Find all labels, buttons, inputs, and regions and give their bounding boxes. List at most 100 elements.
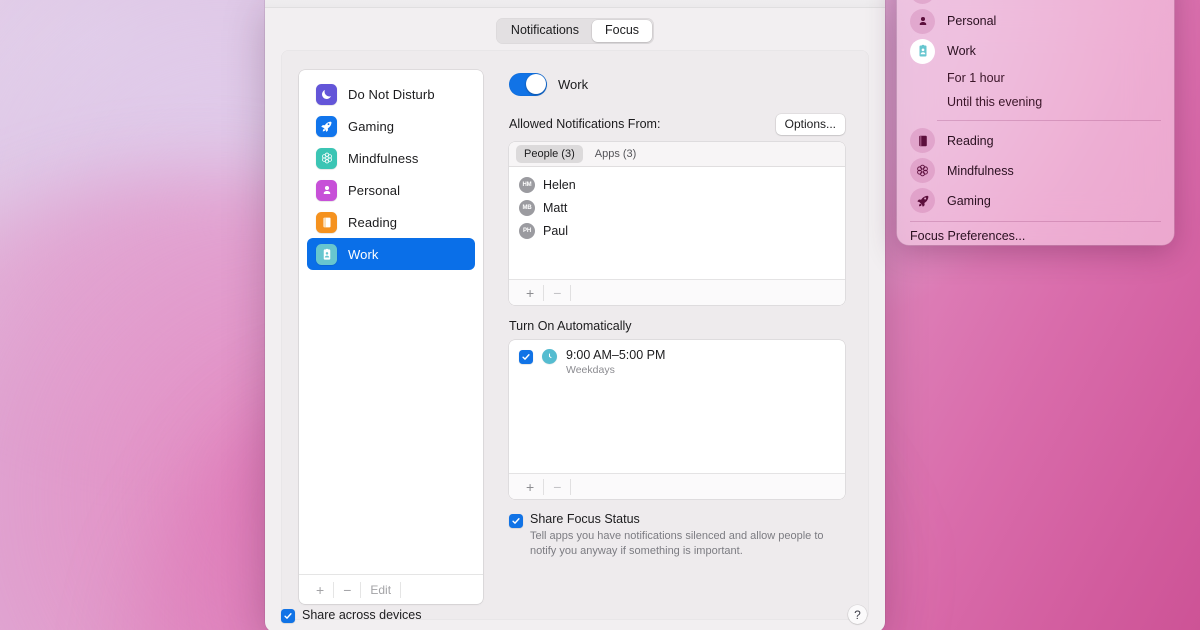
rocket-icon — [316, 115, 337, 137]
focus-popover-item-work[interactable]: Work — [897, 36, 1174, 66]
focus-popover-item-label: Gaming — [947, 193, 991, 208]
sidebar-item-label: Work — [348, 246, 379, 262]
sidebar-item-label: Reading — [348, 214, 398, 230]
person-icon — [316, 179, 337, 201]
person-name: Matt — [543, 200, 568, 215]
remove-person-button[interactable]: − — [544, 284, 572, 301]
focus-popover-item-personal[interactable]: Personal — [897, 6, 1174, 36]
schedule-checkbox[interactable] — [519, 350, 533, 364]
window-footer: Share across devices ? — [265, 598, 885, 630]
people-list-footer: + − — [509, 279, 845, 305]
remove-schedule-button[interactable]: − — [544, 478, 572, 495]
tab-bar: Notifications Focus — [265, 8, 885, 44]
share-across-devices-checkbox[interactable] — [281, 609, 295, 623]
focus-toggle-label: Work — [558, 76, 589, 92]
sidebar-item-reading[interactable]: Reading — [307, 206, 475, 238]
avatar: HM — [519, 176, 535, 193]
share-focus-status-block: Share Focus Status Tell apps you have no… — [509, 512, 845, 558]
sidebar-item-label: Do Not Disturb — [348, 86, 435, 102]
book-icon — [316, 211, 337, 233]
tab-notifications[interactable]: Notifications — [498, 20, 592, 42]
focus-popover: Do Not Disturb Personal Work For 1 hour … — [897, 0, 1174, 245]
add-person-button[interactable]: + — [517, 284, 545, 301]
focus-popover-item-gaming[interactable]: Gaming — [897, 186, 1174, 216]
sidebar-item-work[interactable]: Work — [307, 238, 475, 270]
book-icon — [910, 128, 935, 153]
add-schedule-button[interactable]: + — [517, 478, 545, 495]
sidebar-item-personal[interactable]: Personal — [307, 174, 475, 206]
schedule-list: 9:00 AM–5:00 PM Weekdays — [509, 340, 845, 473]
rocket-icon — [910, 188, 935, 213]
allowed-notifications-listbox: People (3) Apps (3) HM Helen MB Matt PH … — [509, 142, 845, 305]
focus-list-sidebar: Do Not Disturb Gaming Mindfulness Person… — [299, 70, 483, 604]
allowed-source-tabs: People (3) Apps (3) — [509, 142, 845, 167]
allowed-notifications-header: Allowed Notifications From: Options... — [509, 113, 845, 135]
person-name: Paul — [543, 223, 569, 238]
share-focus-status-description: Tell apps you have notifications silence… — [530, 530, 824, 557]
tab-people[interactable]: People (3) — [516, 145, 583, 163]
segmented-control: Notifications Focus — [495, 18, 655, 44]
sidebar-item-gaming[interactable]: Gaming — [307, 110, 475, 142]
person-icon — [910, 8, 935, 34]
schedule-days: Weekdays — [566, 364, 615, 376]
options-button[interactable]: Options... — [775, 113, 845, 135]
focus-popover-option-for-1-hour[interactable]: For 1 hour — [897, 66, 1174, 90]
window-titlebar — [265, 0, 885, 8]
focus-enable-row: Work — [509, 72, 845, 96]
tab-apps[interactable]: Apps (3) — [587, 145, 645, 163]
list-item[interactable]: 9:00 AM–5:00 PM Weekdays — [509, 348, 845, 377]
avatar: PH — [519, 222, 535, 239]
popover-divider — [937, 120, 1161, 121]
schedule-time: 9:00 AM–5:00 PM — [566, 348, 666, 362]
sidebar-item-do-not-disturb[interactable]: Do Not Disturb — [307, 78, 475, 110]
people-list: HM Helen MB Matt PH Paul — [509, 167, 845, 279]
sidebar-item-label: Personal — [348, 182, 401, 198]
turn-on-automatically-title: Turn On Automatically — [509, 319, 632, 333]
share-focus-status-checkbox[interactable] — [509, 514, 523, 528]
toggle-knob — [525, 74, 546, 94]
allowed-notifications-title: Allowed Notifications From: — [509, 117, 661, 131]
id-badge-icon — [910, 38, 935, 64]
schedule-text: 9:00 AM–5:00 PM Weekdays — [566, 348, 665, 377]
focus-popover-item-label: Reading — [947, 133, 994, 148]
share-across-devices-label: Share across devices — [302, 608, 422, 622]
mindfulness-icon — [910, 158, 935, 183]
focus-popover-item-label: Mindfulness — [947, 163, 1014, 178]
focus-popover-item-label: Work — [947, 44, 976, 58]
sidebar-item-label: Gaming — [348, 118, 395, 134]
focus-popover-item-mindfulness[interactable]: Mindfulness — [897, 156, 1174, 186]
clock-icon — [542, 349, 557, 364]
person-name: Helen — [543, 177, 576, 192]
share-focus-status-text: Share Focus Status Tell apps you have no… — [530, 512, 830, 558]
share-across-devices-row: Share across devices — [281, 607, 422, 623]
moon-icon — [316, 83, 337, 105]
sidebar-item-label: Mindfulness — [348, 150, 419, 166]
focus-popover-item-label: Personal — [947, 14, 997, 28]
mindfulness-icon — [316, 147, 337, 169]
focus-toggle-switch[interactable] — [509, 72, 547, 96]
focus-detail-panel: Work Allowed Notifications From: Options… — [509, 70, 845, 620]
avatar: MB — [519, 199, 535, 216]
focus-popover-option-until-this-evening[interactable]: Until this evening — [897, 90, 1174, 114]
edit-focus-button[interactable]: Edit — [361, 581, 402, 598]
remove-focus-button[interactable]: − — [334, 581, 362, 598]
focus-list: Do Not Disturb Gaming Mindfulness Person… — [299, 70, 483, 574]
focus-preferences-button[interactable]: Focus Preferences... — [897, 225, 1174, 245]
list-item[interactable]: MB Matt — [509, 196, 845, 219]
content-pane: Do Not Disturb Gaming Mindfulness Person… — [281, 50, 869, 620]
id-badge-icon — [316, 243, 337, 265]
help-button[interactable]: ? — [848, 605, 867, 624]
list-item[interactable]: HM Helen — [509, 173, 845, 196]
add-focus-button[interactable]: + — [307, 581, 335, 598]
share-focus-status-label: Share Focus Status — [530, 512, 640, 526]
tab-focus[interactable]: Focus — [592, 20, 653, 42]
desktop-wallpaper: Notifications Focus Do Not Disturb Gamin… — [0, 0, 1200, 630]
list-item[interactable]: PH Paul — [509, 219, 845, 242]
schedule-list-footer: + − — [509, 473, 845, 499]
focus-popover-item-reading[interactable]: Reading — [897, 126, 1174, 156]
popover-divider-bottom — [910, 220, 1161, 221]
moon-icon — [910, 0, 935, 4]
system-preferences-window: Notifications Focus Do Not Disturb Gamin… — [265, 0, 885, 630]
sidebar-item-mindfulness[interactable]: Mindfulness — [307, 142, 475, 174]
schedule-listbox: 9:00 AM–5:00 PM Weekdays + − — [509, 340, 845, 499]
